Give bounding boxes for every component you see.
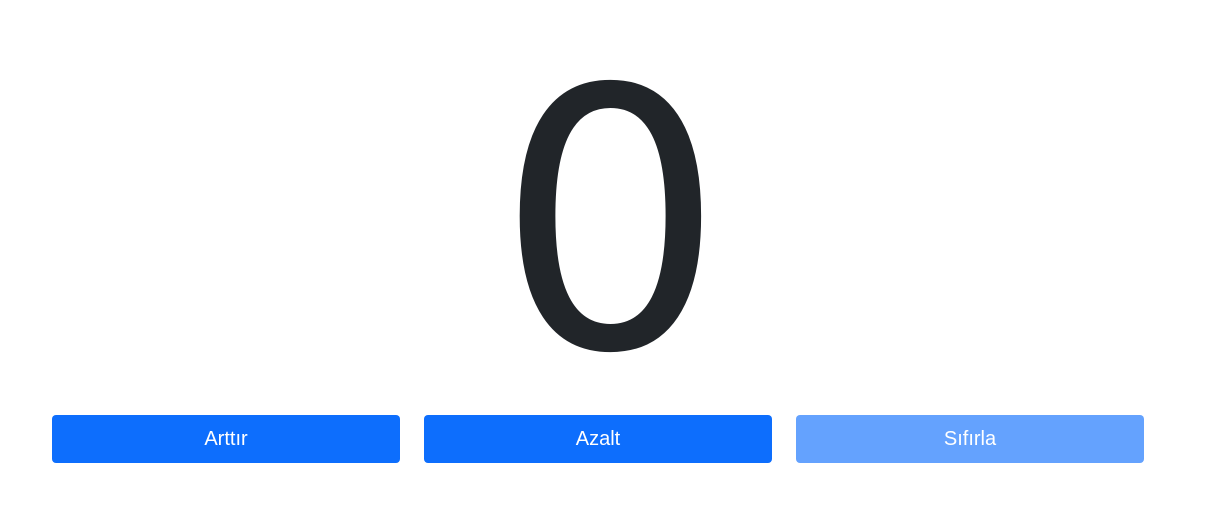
decrement-button[interactable]: Azalt	[424, 415, 772, 463]
reset-button[interactable]: Sıfırla	[796, 415, 1144, 463]
increment-button[interactable]: Arttır	[52, 415, 400, 463]
counter-value: 0	[495, 13, 726, 432]
